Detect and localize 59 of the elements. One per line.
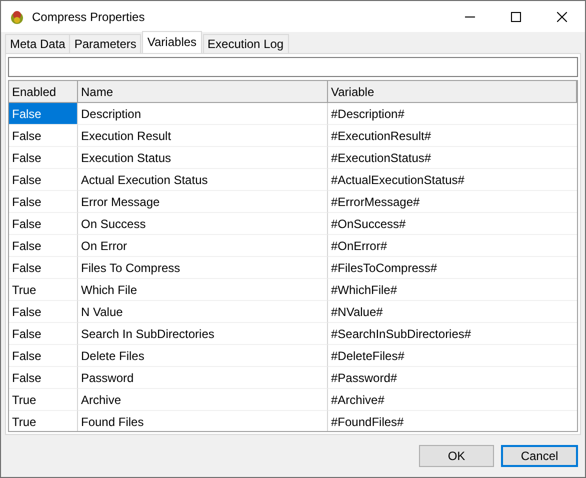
table-cell[interactable]: On Error [78, 235, 328, 257]
filter-field[interactable] [8, 57, 578, 77]
table-cell[interactable]: #FoundFiles# [328, 411, 577, 431]
table-cell[interactable]: True [9, 279, 78, 301]
table-cell[interactable]: Which File [78, 279, 328, 301]
table-cell[interactable]: #Description# [328, 103, 577, 125]
table-cell[interactable]: False [9, 301, 78, 323]
table-cell[interactable]: False [9, 169, 78, 191]
table-cell[interactable]: Password [78, 367, 328, 389]
column-header[interactable]: Variable [328, 81, 577, 103]
table-cell[interactable]: Delete Files [78, 345, 328, 367]
table-cell[interactable]: #Password# [328, 367, 577, 389]
table-cell[interactable]: #Archive# [328, 389, 577, 411]
close-icon[interactable] [557, 12, 567, 22]
table-cell[interactable]: True [9, 411, 78, 431]
column-header[interactable]: Name [78, 81, 328, 103]
table-cell[interactable]: #OnSuccess# [328, 213, 577, 235]
dialog-button[interactable]: OK [419, 445, 494, 467]
table-cell[interactable]: Found Files [78, 411, 328, 431]
table-cell[interactable]: #WhichFile# [328, 279, 577, 301]
table-cell[interactable]: True [9, 389, 78, 411]
table-cell[interactable]: Files To Compress [78, 257, 328, 279]
table-cell[interactable]: #ExecutionStatus# [328, 147, 577, 169]
column-header[interactable]: Enabled [9, 81, 78, 103]
table-cell[interactable]: Error Message [78, 191, 328, 213]
table-cell[interactable]: False [9, 191, 78, 213]
table-cell[interactable]: #ExecutionResult# [328, 125, 577, 147]
table-cell[interactable]: False [9, 125, 78, 147]
app-icon [9, 8, 25, 24]
table-cell[interactable]: N Value [78, 301, 328, 323]
table-cell[interactable]: #ErrorMessage# [328, 191, 577, 213]
maximize-icon[interactable] [511, 12, 521, 22]
table-cell[interactable]: False [9, 323, 78, 345]
table-cell[interactable]: False [9, 367, 78, 389]
table-cell[interactable]: #FilesToCompress# [328, 257, 577, 279]
tab[interactable]: Variables [142, 31, 202, 53]
table-cell[interactable]: #NValue# [328, 301, 577, 323]
table-cell[interactable]: False [9, 103, 78, 125]
table-cell[interactable]: On Success [78, 213, 328, 235]
table-cell[interactable]: Execution Result [78, 125, 328, 147]
window-title: Compress Properties [32, 10, 145, 24]
dialog-button[interactable]: Cancel [501, 445, 578, 467]
tab[interactable]: Execution Log [202, 34, 289, 53]
table-cell[interactable]: #DeleteFiles# [328, 345, 577, 367]
table-cell[interactable]: #SearchInSubDirectories# [328, 323, 577, 345]
table-cell[interactable]: Description [78, 103, 328, 125]
table-cell[interactable]: #OnError# [328, 235, 577, 257]
tab[interactable]: Parameters [69, 34, 142, 53]
table-cell[interactable]: False [9, 213, 78, 235]
table-cell[interactable]: False [9, 345, 78, 367]
table-cell[interactable]: Execution Status [78, 147, 328, 169]
table-cell[interactable]: #ActualExecutionStatus# [328, 169, 577, 191]
table-cell[interactable]: False [9, 235, 78, 257]
table-cell[interactable]: Archive [78, 389, 328, 411]
table-cell[interactable]: Search In SubDirectories [78, 323, 328, 345]
tab[interactable]: Meta Data [5, 34, 70, 53]
table-cell[interactable]: False [9, 257, 78, 279]
table-cell[interactable]: False [9, 147, 78, 169]
table-cell[interactable]: Actual Execution Status [78, 169, 328, 191]
